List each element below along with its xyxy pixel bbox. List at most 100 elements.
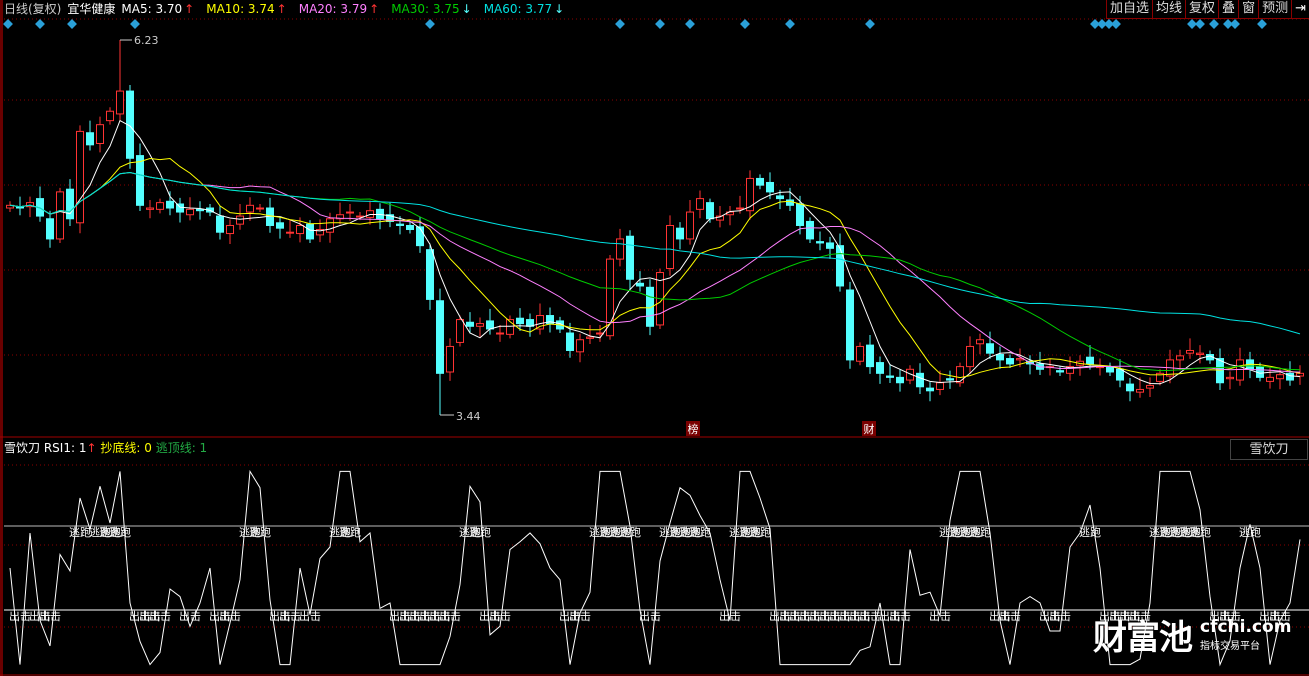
candle[interactable] — [256, 203, 264, 213]
candle-body — [216, 215, 224, 233]
event-diamond-icon — [1230, 19, 1240, 29]
candle[interactable] — [596, 324, 604, 342]
escape-signal-label: 逃跑 — [69, 525, 91, 539]
candle[interactable] — [1296, 365, 1304, 385]
candle[interactable] — [336, 202, 344, 225]
candle[interactable] — [786, 187, 794, 211]
candle[interactable] — [746, 170, 754, 220]
candle[interactable] — [876, 356, 884, 384]
candle[interactable] — [726, 205, 734, 226]
candle[interactable] — [366, 200, 374, 225]
indicator-select-button[interactable]: 雪饮刀 — [1230, 439, 1308, 460]
candle[interactable] — [886, 363, 894, 384]
candle[interactable] — [756, 174, 764, 190]
candle[interactable] — [116, 40, 124, 122]
candle[interactable] — [976, 333, 984, 355]
candle[interactable] — [676, 222, 684, 250]
candle[interactable] — [76, 125, 84, 234]
candle[interactable] — [616, 228, 624, 267]
candle[interactable] — [156, 198, 164, 214]
candle[interactable] — [996, 346, 1004, 369]
candle[interactable] — [836, 233, 844, 292]
candle[interactable] — [66, 179, 74, 227]
candle[interactable] — [1106, 362, 1114, 377]
candle-body — [306, 223, 314, 240]
candle[interactable] — [56, 187, 64, 243]
candle[interactable] — [1226, 371, 1234, 390]
candle[interactable] — [176, 197, 184, 223]
candle[interactable] — [436, 288, 444, 415]
candle[interactable] — [696, 190, 704, 219]
candle-body — [976, 339, 984, 345]
price-chart[interactable]: 6.233.44榜 财出击出击出击逃跑逃跑逃跑逃跑出击出击出击 出击 出击出击逃跑逃跑… — [0, 0, 1309, 676]
candle[interactable] — [466, 312, 474, 334]
candle[interactable] — [246, 197, 254, 221]
candle[interactable] — [1076, 355, 1084, 376]
candle[interactable] — [136, 143, 144, 211]
candle[interactable] — [46, 210, 54, 248]
candle[interactable] — [626, 230, 634, 290]
candle[interactable] — [216, 205, 224, 240]
candle[interactable] — [646, 279, 654, 336]
attack-signal-label: 出击 — [489, 609, 511, 623]
candle[interactable] — [126, 85, 134, 169]
candle[interactable] — [86, 120, 94, 151]
candle[interactable] — [966, 336, 974, 374]
candle[interactable] — [386, 202, 394, 228]
candle[interactable] — [476, 317, 484, 337]
candle[interactable] — [536, 303, 544, 335]
candle[interactable] — [496, 324, 504, 342]
candle[interactable] — [856, 342, 864, 366]
candle[interactable] — [896, 369, 904, 392]
candle[interactable] — [666, 215, 674, 276]
candle[interactable] — [946, 370, 954, 389]
candle-body — [116, 90, 124, 115]
candle[interactable] — [816, 231, 824, 251]
candle[interactable] — [806, 217, 814, 243]
candle-body — [166, 200, 174, 209]
candle[interactable] — [286, 220, 294, 238]
attack-signal-label: 出击 — [889, 609, 911, 623]
candle[interactable] — [166, 191, 174, 216]
candle[interactable] — [866, 335, 874, 374]
candle[interactable] — [1186, 338, 1194, 359]
candle[interactable] — [1146, 377, 1154, 397]
escape-signal-label: 逃跑 — [249, 525, 271, 539]
candle[interactable] — [1126, 378, 1134, 402]
candle[interactable] — [576, 333, 584, 363]
attack-signal-label: 出击 — [999, 609, 1021, 623]
candle[interactable] — [236, 203, 244, 230]
candle[interactable] — [376, 203, 384, 230]
candle[interactable] — [546, 307, 554, 333]
candle-body — [456, 319, 464, 343]
candle[interactable] — [686, 199, 694, 245]
candle[interactable] — [36, 186, 44, 222]
candle[interactable] — [1116, 359, 1124, 388]
candle-body — [1186, 349, 1194, 354]
candle[interactable] — [426, 243, 434, 310]
candle[interactable] — [846, 281, 854, 369]
candle[interactable] — [446, 338, 454, 381]
attack-signal-label: 出击 — [719, 609, 741, 623]
candle[interactable] — [96, 116, 104, 153]
candle[interactable] — [186, 197, 194, 221]
candle[interactable] — [196, 201, 204, 220]
event-diamond-icon — [3, 19, 13, 29]
candle[interactable] — [26, 196, 34, 218]
candle[interactable] — [276, 216, 284, 239]
high-price-label: 6.23 — [134, 34, 159, 47]
candle[interactable] — [106, 107, 114, 125]
event-diamond-icon — [35, 19, 45, 29]
candle[interactable] — [146, 199, 154, 219]
candle[interactable] — [226, 219, 234, 245]
candle[interactable] — [956, 362, 964, 387]
candle[interactable] — [926, 382, 934, 402]
candle[interactable] — [1176, 349, 1184, 371]
candle-body — [56, 191, 64, 240]
event-diamond-icon — [1257, 19, 1267, 29]
candle[interactable] — [6, 201, 14, 213]
candle[interactable] — [1286, 361, 1294, 386]
candle[interactable] — [1026, 355, 1034, 375]
candle-body — [46, 218, 54, 240]
candle-body — [436, 300, 444, 374]
